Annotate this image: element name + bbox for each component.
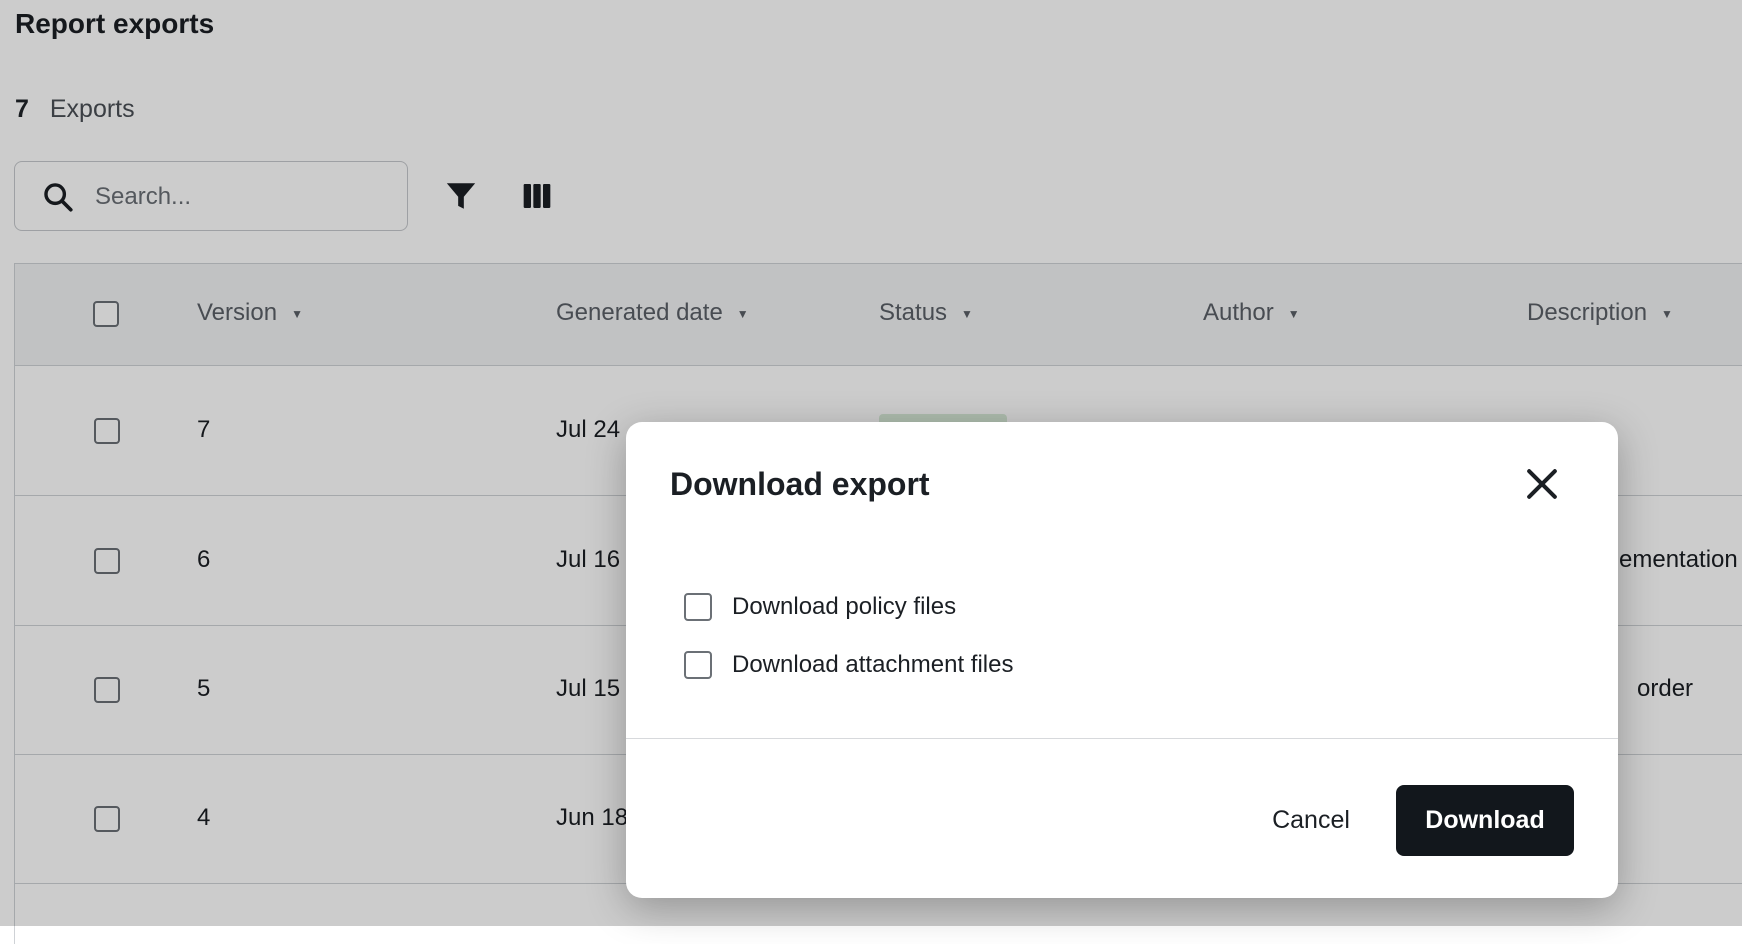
dialog-title: Download export [670, 466, 930, 502]
checkbox-box[interactable] [684, 593, 712, 621]
dialog-divider [626, 738, 1618, 739]
download-policy-files-checkbox[interactable]: Download policy files [684, 587, 956, 627]
option-label: Download attachment files [732, 651, 1014, 678]
download-attachment-files-checkbox[interactable]: Download attachment files [684, 645, 1013, 685]
download-button[interactable]: Download [1396, 785, 1574, 856]
checkbox-box[interactable] [684, 651, 712, 679]
option-label: Download policy files [732, 593, 957, 620]
cancel-button[interactable]: Cancel [1231, 789, 1391, 851]
close-icon[interactable] [1520, 462, 1564, 506]
